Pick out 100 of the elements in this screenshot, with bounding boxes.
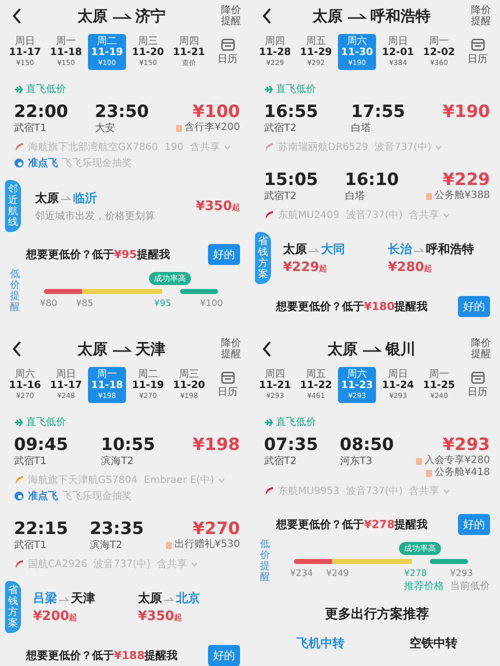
tick-caption: 当前低价 bbox=[450, 580, 490, 593]
departure-airport: 武宿T1 bbox=[14, 122, 48, 135]
fare-offer: 出行赠礼¥530 bbox=[174, 539, 240, 551]
departure-airport: 武宿T2 bbox=[264, 122, 298, 135]
origin-city: 太原 bbox=[328, 340, 358, 358]
back-icon[interactable] bbox=[12, 341, 22, 357]
calendar-label[interactable]: 日历 bbox=[468, 52, 488, 66]
calendar-icon[interactable] bbox=[470, 371, 484, 384]
destination-city: 天津 bbox=[136, 340, 166, 358]
price-alert-link[interactable]: 降价提醒 bbox=[221, 5, 242, 27]
promo-text: 飞飞乐现金抽奖 bbox=[62, 156, 132, 170]
flight-info: 海航旗下天津航GS7804 Embraer E(中) bbox=[28, 474, 214, 487]
back-icon[interactable] bbox=[262, 341, 272, 357]
price-alert-label: 低价提醒 bbox=[10, 269, 20, 313]
calendar-label[interactable]: 日历 bbox=[218, 385, 238, 399]
calendar-label[interactable]: 日历 bbox=[468, 385, 488, 399]
flight-info: 海航旗下北部湾航空GX7860 190 含共享 bbox=[28, 140, 220, 154]
departure-airport: 武宿T1 bbox=[14, 455, 48, 468]
price-tick: ¥249 bbox=[326, 569, 349, 579]
calendar-icon[interactable] bbox=[220, 38, 234, 51]
route-price: ¥200起 bbox=[33, 609, 78, 624]
arrival-time: 17:55 bbox=[351, 102, 406, 122]
flight-price: ¥293 bbox=[442, 435, 490, 455]
promo-icon bbox=[14, 491, 24, 501]
option-tab[interactable]: 空铁中转 bbox=[410, 635, 458, 652]
departure-airport: 武宿T2 bbox=[264, 190, 298, 203]
origin-city: 太原 bbox=[78, 340, 108, 358]
back-icon[interactable] bbox=[12, 8, 22, 24]
arrival-airport: 白塔 bbox=[351, 122, 372, 135]
flight-card[interactable]: 22:15 武宿T1 23:35 滨海T2 ¥270 出行赠礼¥530 国航CA2926 波音737(中) 含共享 bbox=[14, 519, 240, 571]
flight-price: ¥270 bbox=[192, 519, 240, 539]
section-heading: 更多出行方案推荐 bbox=[325, 606, 429, 623]
destination-city: 天津 bbox=[71, 590, 95, 607]
calendar-icon[interactable] bbox=[220, 371, 234, 384]
route-price: ¥350起 bbox=[196, 198, 240, 214]
route-price: ¥280起 bbox=[388, 260, 434, 275]
departure-airport: 武宿T1 bbox=[14, 539, 48, 552]
price-alert-link[interactable]: 降价提醒 bbox=[221, 338, 242, 360]
price-tick: ¥80 bbox=[40, 299, 58, 309]
departure-time: 16:55 bbox=[264, 102, 320, 122]
price-tick: ¥100 bbox=[200, 299, 223, 309]
departure-time: 15:05 bbox=[264, 170, 320, 190]
destination-city: 呼和浩特 bbox=[370, 6, 430, 26]
destination-city: 银川 bbox=[386, 340, 416, 358]
departure-time: 09:45 bbox=[14, 435, 70, 455]
success-rate-badge: 成功率高 bbox=[149, 272, 191, 285]
direct-flight-label: 直飞低价 bbox=[276, 416, 316, 429]
destination-city: 临沂 bbox=[73, 190, 97, 206]
flight-info: 东航MU9953 波音737(中) 含共享 bbox=[278, 484, 440, 498]
route-note: 邻近城市出发，价格更划算 bbox=[35, 210, 156, 222]
route-price: ¥350起 bbox=[138, 609, 184, 624]
calendar-label[interactable]: 日历 bbox=[218, 52, 238, 66]
fare-offer: 公务舱¥418 bbox=[434, 467, 490, 479]
flight-card[interactable]: 07:35 武宿T2 08:50 河东T3 ¥293 入会专享¥280 公务舱¥418 东航MU9953 波音737(中) 含共享 bbox=[264, 435, 490, 498]
direct-flight-label: 直飞低价 bbox=[26, 416, 66, 429]
origin-city: 太原 bbox=[312, 6, 342, 26]
flight-info: 国航CA2926 波音737(中) 含共享 bbox=[28, 558, 187, 571]
arrival-airport: 滨海T2 bbox=[90, 539, 124, 552]
saving-option[interactable]: 长治 呼和浩特 ¥280起 bbox=[388, 241, 493, 275]
fare-offer: 公务舱¥388 bbox=[434, 190, 490, 202]
flight-price: ¥198 bbox=[192, 435, 240, 455]
price-alert-link[interactable]: 降价提醒 bbox=[471, 5, 492, 27]
arrival-time: 08:50 bbox=[340, 435, 395, 455]
price-tick: ¥293 bbox=[450, 569, 473, 579]
direct-flight-label: 直飞低价 bbox=[276, 82, 316, 96]
price-tick: ¥85 bbox=[76, 299, 94, 309]
arrival-time: 10:55 bbox=[101, 435, 156, 455]
flight-price: ¥190 bbox=[442, 102, 490, 122]
origin-city: 太原 bbox=[35, 190, 59, 206]
promo-icon bbox=[14, 158, 24, 168]
price-tick: ¥95 bbox=[154, 299, 172, 309]
arrival-time: 23:50 bbox=[94, 102, 150, 122]
promo-label: 准点飞 bbox=[28, 156, 58, 170]
flight-card[interactable]: 15:05 武宿T2 16:10 白塔 ¥229 公务舱¥388 东航MU2409 波音737(中) 含共享 bbox=[264, 170, 490, 222]
flight-card[interactable]: 09:45 武宿T1 10:55 滨海T2 ¥198 海航旗下天津航GS7804 Embraer E(中) 准点飞 飞飞乐现金抽奖 bbox=[14, 435, 240, 503]
price-alert-label: 低价提醒 bbox=[260, 539, 270, 583]
saving-option[interactable]: 太原 北京 ¥350起 bbox=[138, 590, 243, 624]
arrival-airport: 白塔 bbox=[344, 190, 366, 203]
direct-flight-label: 直飞低价 bbox=[26, 82, 66, 96]
departure-airport: 武宿T2 bbox=[264, 455, 298, 468]
arrival-airport: 河东T3 bbox=[340, 455, 374, 468]
flight-info: 东航MU2409 波音737(中) 含共享 bbox=[278, 208, 440, 222]
tick-caption: 推荐价格 bbox=[404, 580, 444, 593]
origin-city: 吕梁 bbox=[33, 590, 57, 607]
destination-city: 济宁 bbox=[136, 6, 166, 26]
back-icon[interactable] bbox=[262, 8, 272, 24]
origin-city: 太原 bbox=[283, 241, 307, 258]
saving-option[interactable]: 太原 大同 ¥229起 bbox=[283, 241, 388, 275]
route-price: ¥229起 bbox=[283, 260, 328, 275]
flight-card[interactable]: 22:00 武宿T1 23:50 大安 ¥100 含行李¥200 海航旗下北部湾航空GX7860 190 含共享 准点飞 飞飞乐现金抽奖 bbox=[14, 102, 240, 170]
price-alert-prompt: 想要更低价？低于¥180提醒我 bbox=[276, 299, 428, 314]
price-alert-link[interactable]: 降价提醒 bbox=[471, 338, 492, 360]
flight-price: ¥229 bbox=[442, 170, 490, 190]
saving-option[interactable]: 吕梁 天津 ¥200起 bbox=[33, 590, 138, 624]
arrival-time: 16:10 bbox=[344, 170, 400, 190]
arrival-airport: 滨海T2 bbox=[101, 455, 134, 468]
calendar-icon[interactable] bbox=[470, 38, 484, 51]
flight-card[interactable]: 16:55 武宿T2 17:55 白塔 ¥190 苏南瑞丽航DR6529 波音737(中) bbox=[264, 102, 490, 154]
destination-city: 大同 bbox=[321, 241, 345, 258]
departure-time: 07:35 bbox=[264, 435, 320, 455]
